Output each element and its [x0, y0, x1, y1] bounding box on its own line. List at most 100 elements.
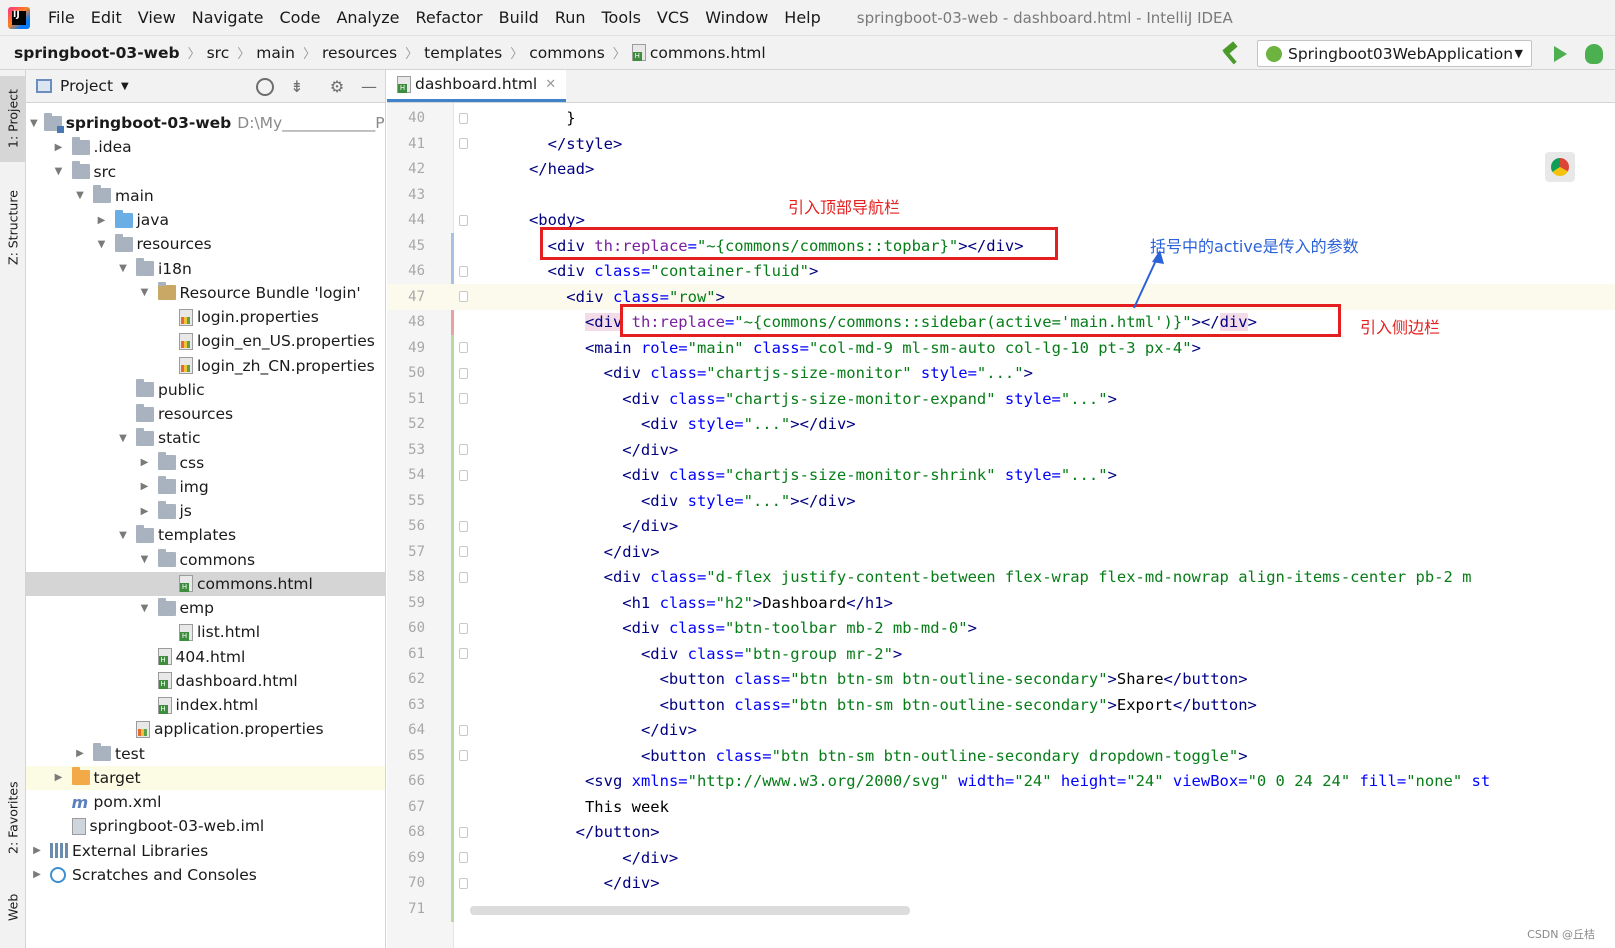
chevron-down-icon[interactable]: ▼	[121, 81, 129, 92]
breadcrumb-item[interactable]: resources	[322, 44, 403, 62]
tree-node[interactable]: ▶ External Libraries	[26, 839, 385, 863]
tree-node[interactable]: ▼ templates	[26, 523, 385, 547]
tool-tab-project[interactable]: 1: Project	[0, 76, 26, 162]
collapsed-arrow-icon[interactable]: ▶	[138, 481, 152, 492]
tree-node[interactable]: ▼ emp	[26, 596, 385, 620]
tree-node[interactable]: ▶ js	[26, 499, 385, 523]
collapsed-arrow-icon[interactable]: ▶	[52, 142, 66, 153]
collapse-all-icon[interactable]: ⇟	[288, 78, 306, 96]
horizontal-scrollbar[interactable]	[470, 906, 910, 915]
build-hammer-icon[interactable]	[1219, 43, 1241, 65]
tree-node[interactable]: 404.html	[26, 645, 385, 669]
collapsed-arrow-icon[interactable]: ▶	[30, 869, 44, 880]
breadcrumb-item[interactable]: commons	[529, 44, 611, 62]
breadcrumb-item[interactable]: templates	[424, 44, 508, 62]
fold-marker-icon[interactable]	[459, 444, 468, 455]
breadcrumb-item[interactable]: main	[256, 44, 301, 62]
expanded-arrow-icon[interactable]: ▼	[138, 554, 152, 565]
hide-panel-icon[interactable]: —	[360, 78, 378, 96]
tree-node[interactable]: ▼ src	[26, 160, 385, 184]
menu-edit[interactable]: Edit	[83, 0, 130, 35]
menu-tools[interactable]: Tools	[594, 0, 649, 35]
expanded-arrow-icon[interactable]: ▼	[30, 118, 38, 129]
fold-marker-icon[interactable]	[459, 265, 468, 277]
menu-window[interactable]: Window	[697, 0, 776, 35]
menu-build[interactable]: Build	[491, 0, 547, 35]
tree-node[interactable]: login.properties	[26, 305, 385, 329]
fold-marker-icon[interactable]	[459, 214, 468, 226]
locate-file-icon[interactable]	[256, 78, 274, 96]
tree-node[interactable]: springboot-03-web.iml	[26, 814, 385, 838]
expanded-arrow-icon[interactable]: ▼	[138, 287, 152, 298]
menu-navigate[interactable]: Navigate	[184, 0, 272, 35]
collapsed-arrow-icon[interactable]: ▶	[138, 506, 152, 517]
tree-node[interactable]: commons.html	[26, 571, 385, 596]
fold-marker-icon[interactable]	[459, 852, 468, 863]
menu-run[interactable]: Run	[547, 0, 594, 35]
fold-marker-icon[interactable]	[459, 469, 468, 481]
tree-node[interactable]: list.html	[26, 620, 385, 644]
menu-file[interactable]: File	[40, 0, 83, 35]
collapsed-arrow-icon[interactable]: ▶	[95, 215, 109, 226]
breadcrumb-item[interactable]: src	[207, 44, 236, 62]
fold-marker-icon[interactable]	[459, 138, 468, 149]
close-icon[interactable]: ✕	[545, 77, 556, 92]
breadcrumb-item[interactable]: commons.html	[631, 44, 772, 62]
tree-node[interactable]: login_zh_CN.properties	[26, 354, 385, 378]
gear-icon[interactable]: ⚙	[328, 78, 346, 96]
tree-node[interactable]: dashboard.html	[26, 669, 385, 693]
tree-node[interactable]: index.html	[26, 693, 385, 717]
fold-marker-icon[interactable]	[459, 622, 468, 634]
collapsed-arrow-icon[interactable]: ▶	[73, 748, 87, 759]
fold-marker-icon[interactable]	[459, 648, 468, 659]
fold-marker-icon[interactable]	[459, 826, 468, 838]
tree-node[interactable]: ▶ target	[26, 765, 385, 790]
tree-node[interactable]: ▶ test	[26, 742, 385, 766]
tab-dashboard-html[interactable]: dashboard.html ✕	[387, 70, 567, 102]
tool-tab-structure[interactable]: Z: Structure	[0, 178, 26, 278]
run-configuration-select[interactable]: Springboot03WebApplication ▼	[1257, 40, 1532, 67]
fold-marker-icon[interactable]	[459, 520, 468, 532]
expanded-arrow-icon[interactable]: ▼	[116, 530, 130, 541]
expanded-arrow-icon[interactable]: ▼	[73, 190, 87, 201]
tree-node[interactable]: ▼ Resource Bundle 'login'	[26, 281, 385, 305]
chrome-browser-icon[interactable]	[1545, 152, 1575, 182]
collapsed-arrow-icon[interactable]: ▶	[138, 457, 152, 468]
project-view-select[interactable]: Project	[60, 77, 113, 95]
tree-node[interactable]: public	[26, 378, 385, 402]
tree-node[interactable]: ▶ css	[26, 451, 385, 475]
expanded-arrow-icon[interactable]: ▼	[116, 263, 130, 274]
run-icon[interactable]	[1554, 45, 1567, 62]
fold-marker-icon[interactable]	[459, 750, 468, 761]
menu-help[interactable]: Help	[776, 0, 828, 35]
breadcrumb-item[interactable]: springboot-03-web	[14, 44, 186, 62]
tree-node[interactable]: ▼ main	[26, 184, 385, 208]
fold-marker-icon[interactable]	[459, 393, 468, 404]
tree-node[interactable]: ▼ commons	[26, 548, 385, 572]
fold-marker-icon[interactable]	[459, 112, 468, 124]
tree-node[interactable]: ▼ resources	[26, 232, 385, 256]
expanded-arrow-icon[interactable]: ▼	[95, 239, 109, 250]
menu-refactor[interactable]: Refactor	[408, 0, 491, 35]
tree-node[interactable]: ▶ Scratches and Consoles	[26, 863, 385, 887]
tree-node[interactable]: ▼ i18n	[26, 257, 385, 281]
menu-vcs[interactable]: VCS	[649, 0, 697, 35]
expanded-arrow-icon[interactable]: ▼	[52, 166, 66, 177]
fold-marker-icon[interactable]	[459, 877, 468, 889]
tool-tab-web[interactable]: Web	[0, 884, 26, 930]
collapsed-arrow-icon[interactable]: ▶	[30, 845, 44, 856]
fold-marker-icon[interactable]	[459, 367, 468, 379]
tree-node[interactable]: ▶ .idea	[26, 135, 385, 159]
debug-bug-icon[interactable]	[1585, 43, 1603, 64]
fold-marker-icon[interactable]	[459, 724, 468, 736]
tool-tab-favorites[interactable]: 2: Favorites	[0, 768, 26, 868]
expanded-arrow-icon[interactable]: ▼	[116, 433, 130, 444]
collapsed-arrow-icon[interactable]: ▶	[52, 772, 66, 783]
tree-node[interactable]: ▼ static	[26, 426, 385, 450]
tree-node[interactable]: ▼ springboot-03-web D:\My____________Pr	[26, 111, 385, 135]
tree-node[interactable]: ▶ java	[26, 208, 385, 232]
tree-node[interactable]: login_en_US.properties	[26, 329, 385, 353]
tree-node[interactable]: application.properties	[26, 717, 385, 741]
tree-node[interactable]: resources	[26, 402, 385, 426]
menu-code[interactable]: Code	[272, 0, 329, 35]
